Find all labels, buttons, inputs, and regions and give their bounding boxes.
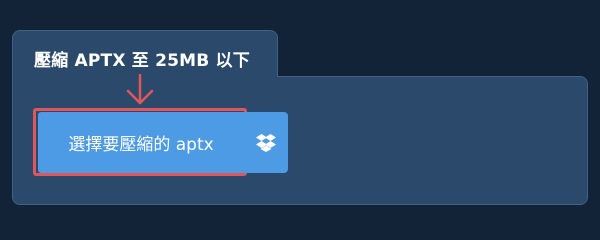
dropbox-icon	[255, 133, 276, 152]
dropbox-button[interactable]	[243, 112, 288, 173]
highlight-box	[33, 108, 247, 176]
arrow-down-icon	[126, 74, 154, 105]
tab-title: 壓縮 APTX 至 25MB 以下	[34, 51, 250, 71]
